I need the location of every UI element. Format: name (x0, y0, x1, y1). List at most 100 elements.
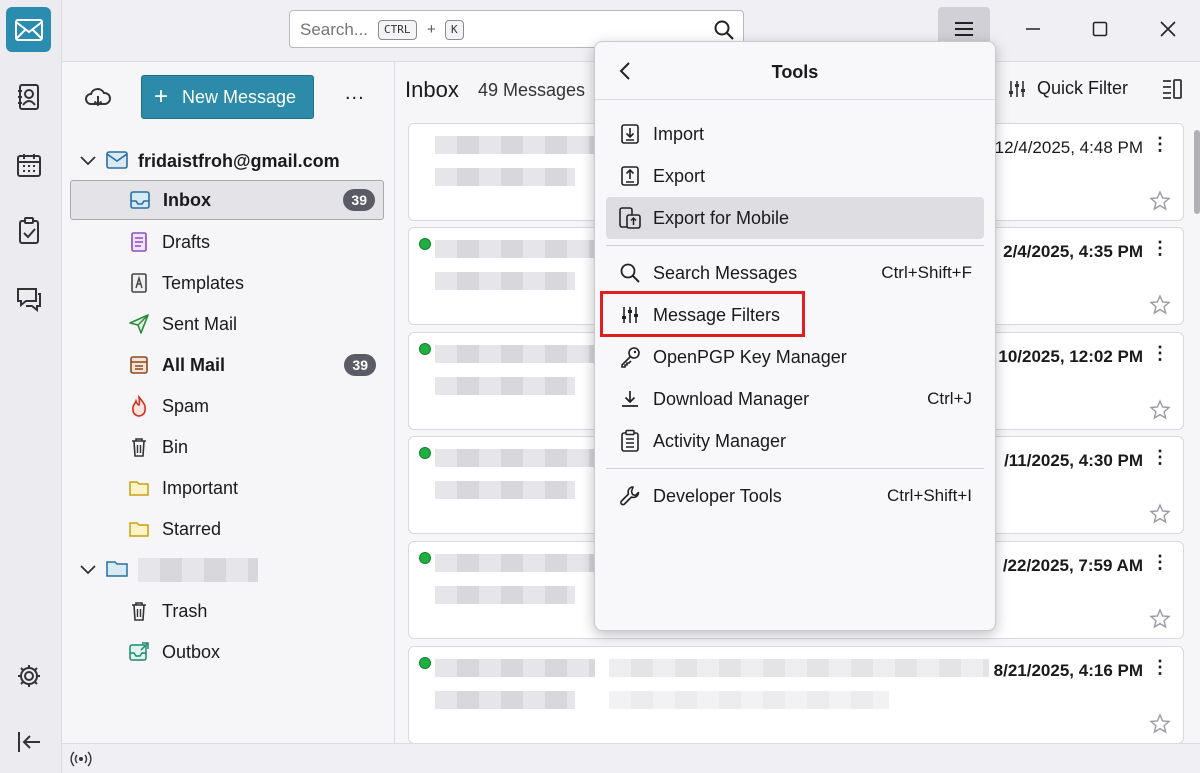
all-mail-icon (128, 354, 150, 376)
mail-space-button[interactable] (6, 7, 51, 52)
menu-item-shortcut: Ctrl+Shift+I (886, 486, 972, 505)
search-icon[interactable] (713, 19, 735, 41)
hamburger-icon (955, 22, 973, 36)
folder-all-mail[interactable]: All Mail 39 (70, 345, 384, 385)
chevron-down-icon[interactable] (79, 152, 97, 170)
local-folders-row[interactable] (62, 555, 395, 585)
kbd-plus: + (427, 21, 436, 38)
chevron-down-icon[interactable] (79, 561, 97, 579)
templates-icon (128, 272, 150, 294)
menu-item-label: Export (653, 165, 706, 186)
message-date: 8/21/2025, 4:16 PM (993, 661, 1143, 680)
local-folders-icon (105, 559, 129, 579)
folder-title: Inbox (405, 77, 459, 102)
message-date: 12/4/2025, 4:48 PM (994, 138, 1143, 157)
unread-dot (419, 343, 431, 355)
kebab-menu-icon[interactable]: ⋮ (1151, 552, 1169, 573)
folder-spam[interactable]: Spam (70, 386, 384, 426)
redacted-sender (435, 345, 595, 363)
menu-item-label: Export for Mobile (653, 207, 790, 228)
folder-templates[interactable]: Templates (70, 263, 384, 303)
folder-important[interactable]: Important (70, 468, 384, 508)
menu-item-search-messages[interactable]: Search Messages Ctrl+Shift+F (606, 252, 984, 294)
kebab-menu-icon[interactable]: ⋮ (1151, 238, 1169, 259)
chat-icon[interactable] (14, 284, 44, 314)
folder-starred[interactable]: Starred (70, 509, 384, 549)
list-layout-icon[interactable] (1160, 77, 1184, 101)
folder-sent-mail[interactable]: Sent Mail (70, 304, 384, 344)
quick-filter-button[interactable]: Quick Filter (1007, 78, 1128, 99)
kebab-menu-icon[interactable]: ⋮ (1151, 447, 1169, 468)
redacted-subject (435, 691, 575, 709)
star-icon[interactable] (1149, 713, 1171, 735)
close-window-button[interactable] (1153, 14, 1183, 44)
trash-icon (128, 600, 150, 622)
menu-item-label: Import (653, 123, 705, 144)
unread-count-badge: 39 (344, 354, 376, 376)
spaces-toolbar (0, 0, 62, 773)
filter-sliders-icon (1009, 80, 1025, 97)
menu-item-openpgp-key-manager[interactable]: OpenPGP Key Manager (606, 336, 984, 378)
menu-item-label: OpenPGP Key Manager (653, 346, 847, 367)
message-date: /22/2025, 7:59 AM (1002, 556, 1143, 575)
kebab-menu-icon[interactable]: ⋮ (1151, 134, 1169, 155)
message-date: /11/2025, 4:30 PM (1004, 451, 1143, 470)
folder-drafts[interactable]: Drafts (70, 222, 384, 262)
account-name: fridaistfroh@gmail.com (138, 151, 340, 171)
menu-separator (606, 468, 984, 469)
star-icon[interactable] (1149, 608, 1171, 630)
redacted-subject (435, 168, 575, 186)
account-row[interactable]: fridaistfroh@gmail.com (62, 146, 395, 176)
menu-item-download-manager[interactable]: Download Manager Ctrl+J (606, 378, 984, 420)
scrollbar[interactable] (1194, 130, 1200, 214)
star-icon[interactable] (1149, 190, 1171, 212)
calendar-icon[interactable] (14, 150, 44, 180)
folder-outbox[interactable]: Outbox (70, 632, 384, 672)
menu-item-message-filters[interactable]: Message Filters (606, 294, 984, 336)
folder-inbox[interactable]: Inbox 39 (70, 180, 384, 220)
redacted-preview (609, 691, 889, 709)
star-icon[interactable] (1149, 294, 1171, 316)
unread-dot (419, 552, 431, 564)
redacted-sender (435, 659, 595, 677)
message-date: 10/2025, 12:02 PM (998, 347, 1143, 366)
redacted-subject (435, 481, 575, 499)
folder-bin[interactable]: Bin (70, 427, 384, 467)
online-status-icon[interactable] (70, 749, 92, 769)
message-card[interactable]: 8/21/2025, 4:16 PM ⋮ (408, 646, 1184, 743)
search-input[interactable] (300, 20, 380, 40)
menu-item-export-for-mobile[interactable]: Export for Mobile (606, 197, 984, 239)
folder-label: Inbox (163, 189, 211, 210)
folder-label: All Mail (162, 354, 226, 375)
wrench-icon (618, 484, 642, 508)
star-icon[interactable] (1149, 503, 1171, 525)
tasks-icon[interactable] (14, 216, 44, 246)
unread-dot (419, 447, 431, 459)
redacted-subject (435, 586, 575, 604)
menu-item-activity-manager[interactable]: Activity Manager (606, 420, 984, 462)
redacted-subject (435, 377, 575, 395)
menu-item-export[interactable]: Export (606, 155, 984, 197)
bin-icon (128, 436, 150, 458)
kbd-ctrl: CTRL (378, 20, 417, 40)
kebab-menu-icon[interactable]: ⋮ (1151, 657, 1169, 678)
maximize-button[interactable] (1085, 14, 1115, 44)
star-icon[interactable] (1149, 399, 1171, 421)
quick-filter-label: Quick Filter (1037, 78, 1129, 98)
menu-item-developer-tools[interactable]: Developer Tools Ctrl+Shift+I (606, 475, 984, 517)
minimize-button[interactable] (1018, 14, 1048, 44)
more-options-button[interactable]: ... (345, 82, 365, 105)
new-message-button[interactable]: + New Message (141, 75, 314, 119)
outbox-icon (128, 641, 150, 663)
folder-pane: + New Message ... fridaistfroh@gmail.com… (62, 62, 395, 743)
settings-gear-icon[interactable] (14, 661, 44, 691)
folder-trash[interactable]: Trash (70, 591, 384, 631)
collapse-sidebar-icon[interactable] (14, 727, 44, 757)
address-book-icon[interactable] (14, 82, 44, 112)
kebab-menu-icon[interactable]: ⋮ (1151, 343, 1169, 364)
get-messages-cloud-icon[interactable] (84, 84, 112, 112)
menu-item-label: Activity Manager (653, 430, 787, 451)
menu-item-import[interactable]: Import (606, 113, 984, 155)
export-mobile-icon (618, 206, 642, 230)
folder-label: Important (162, 477, 239, 498)
